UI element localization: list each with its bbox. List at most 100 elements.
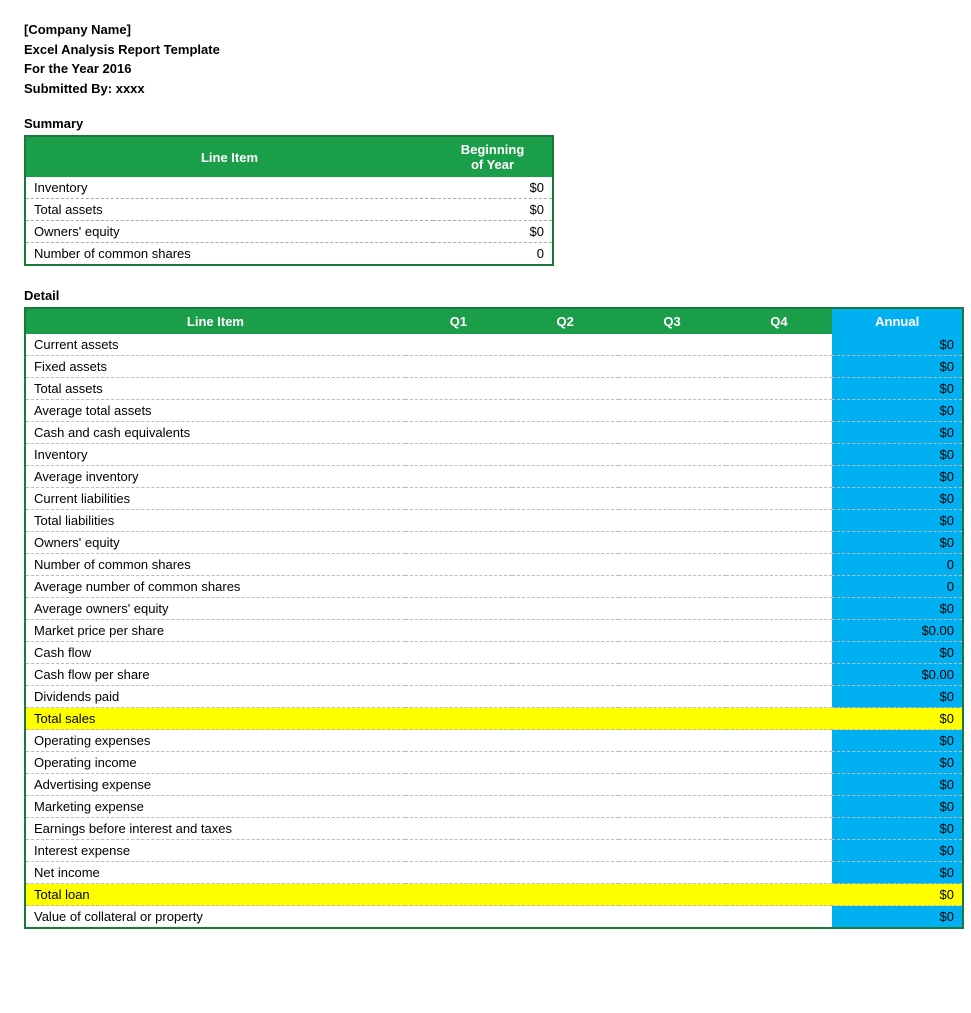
summary-row: Total assets $0: [25, 199, 553, 221]
detail-row: Current liabilities $0: [25, 488, 963, 510]
company-name: [Company Name]: [24, 20, 947, 40]
detail-row-q3: [619, 774, 726, 796]
detail-row: Dividends paid $0: [25, 686, 963, 708]
summary-col-line-item: Line Item: [25, 136, 433, 177]
detail-row-q4: [726, 620, 833, 642]
detail-row-annual: $0: [832, 862, 963, 884]
detail-row-q4: [726, 356, 833, 378]
detail-col-line-item: Line Item: [25, 308, 405, 334]
detail-row-q1: [405, 532, 512, 554]
detail-row: Operating income $0: [25, 752, 963, 774]
detail-col-q3: Q3: [619, 308, 726, 334]
detail-col-annual: Annual: [832, 308, 963, 334]
detail-row-label: Value of collateral or property: [25, 906, 405, 929]
detail-row-q4: [726, 708, 833, 730]
detail-row-label: Total sales: [25, 708, 405, 730]
detail-row-q2: [512, 356, 619, 378]
detail-row-label: Number of common shares: [25, 554, 405, 576]
detail-row-label: Dividends paid: [25, 686, 405, 708]
detail-row-q3: [619, 752, 726, 774]
detail-row-q1: [405, 840, 512, 862]
detail-row-annual: $0: [832, 840, 963, 862]
detail-row-label: Average owners' equity: [25, 598, 405, 620]
detail-row-q2: [512, 862, 619, 884]
detail-row-q1: [405, 752, 512, 774]
detail-row-q1: [405, 730, 512, 752]
detail-row-annual: $0: [832, 818, 963, 840]
detail-row-q3: [619, 378, 726, 400]
detail-row-q3: [619, 840, 726, 862]
detail-row-label: Advertising expense: [25, 774, 405, 796]
detail-row-q1: [405, 488, 512, 510]
detail-row-q3: [619, 356, 726, 378]
detail-row-q3: [619, 422, 726, 444]
detail-row-q3: [619, 642, 726, 664]
detail-row-q4: [726, 862, 833, 884]
detail-row-q4: [726, 796, 833, 818]
detail-row: Marketing expense $0: [25, 796, 963, 818]
detail-row: Average number of common shares 0: [25, 576, 963, 598]
detail-row: Average inventory $0: [25, 466, 963, 488]
detail-row-annual: 0: [832, 576, 963, 598]
detail-row-annual: $0: [832, 774, 963, 796]
detail-row: Total loan $0: [25, 884, 963, 906]
detail-row-annual: $0: [832, 642, 963, 664]
detail-row-q4: [726, 730, 833, 752]
summary-row: Inventory $0: [25, 177, 553, 199]
detail-row-q4: [726, 686, 833, 708]
detail-row-label: Market price per share: [25, 620, 405, 642]
detail-row-label: Average inventory: [25, 466, 405, 488]
detail-row-q4: [726, 664, 833, 686]
summary-section-label: Summary: [24, 116, 947, 131]
detail-row: Cash flow per share $0.00: [25, 664, 963, 686]
detail-row-q2: [512, 708, 619, 730]
detail-row-q3: [619, 796, 726, 818]
detail-row-q2: [512, 422, 619, 444]
detail-row-q1: [405, 620, 512, 642]
detail-row: Interest expense $0: [25, 840, 963, 862]
summary-row-label: Owners' equity: [25, 221, 433, 243]
detail-row-q1: [405, 400, 512, 422]
detail-row-q2: [512, 840, 619, 862]
summary-row-value: 0: [433, 243, 553, 266]
detail-row: Inventory $0: [25, 444, 963, 466]
detail-row-q2: [512, 466, 619, 488]
detail-row-q3: [619, 686, 726, 708]
detail-row-q1: [405, 884, 512, 906]
detail-row: Cash and cash equivalents $0: [25, 422, 963, 444]
detail-row-q3: [619, 576, 726, 598]
detail-row-q1: [405, 664, 512, 686]
detail-row-q4: [726, 378, 833, 400]
detail-row-q2: [512, 554, 619, 576]
detail-col-q4: Q4: [726, 308, 833, 334]
summary-row: Owners' equity $0: [25, 221, 553, 243]
detail-row-q1: [405, 598, 512, 620]
detail-row-q2: [512, 488, 619, 510]
detail-row-q1: [405, 686, 512, 708]
detail-row: Earnings before interest and taxes $0: [25, 818, 963, 840]
detail-row-q2: [512, 796, 619, 818]
detail-row: Net income $0: [25, 862, 963, 884]
detail-row-q1: [405, 642, 512, 664]
detail-row-annual: $0: [832, 686, 963, 708]
detail-row-label: Interest expense: [25, 840, 405, 862]
report-title: Excel Analysis Report Template: [24, 40, 947, 60]
detail-row-annual: $0: [832, 466, 963, 488]
detail-row-q2: [512, 774, 619, 796]
detail-row-q3: [619, 598, 726, 620]
summary-row-label: Inventory: [25, 177, 433, 199]
detail-row-q1: [405, 466, 512, 488]
detail-row-label: Marketing expense: [25, 796, 405, 818]
detail-row-q3: [619, 664, 726, 686]
detail-row-q2: [512, 400, 619, 422]
detail-row-q2: [512, 576, 619, 598]
detail-row-q3: [619, 554, 726, 576]
detail-row-q2: [512, 642, 619, 664]
detail-row-q2: [512, 620, 619, 642]
detail-row-q4: [726, 554, 833, 576]
detail-row-annual: $0: [832, 598, 963, 620]
summary-row-value: $0: [433, 199, 553, 221]
detail-row-q2: [512, 752, 619, 774]
detail-row-label: Operating income: [25, 752, 405, 774]
detail-row-q2: [512, 444, 619, 466]
